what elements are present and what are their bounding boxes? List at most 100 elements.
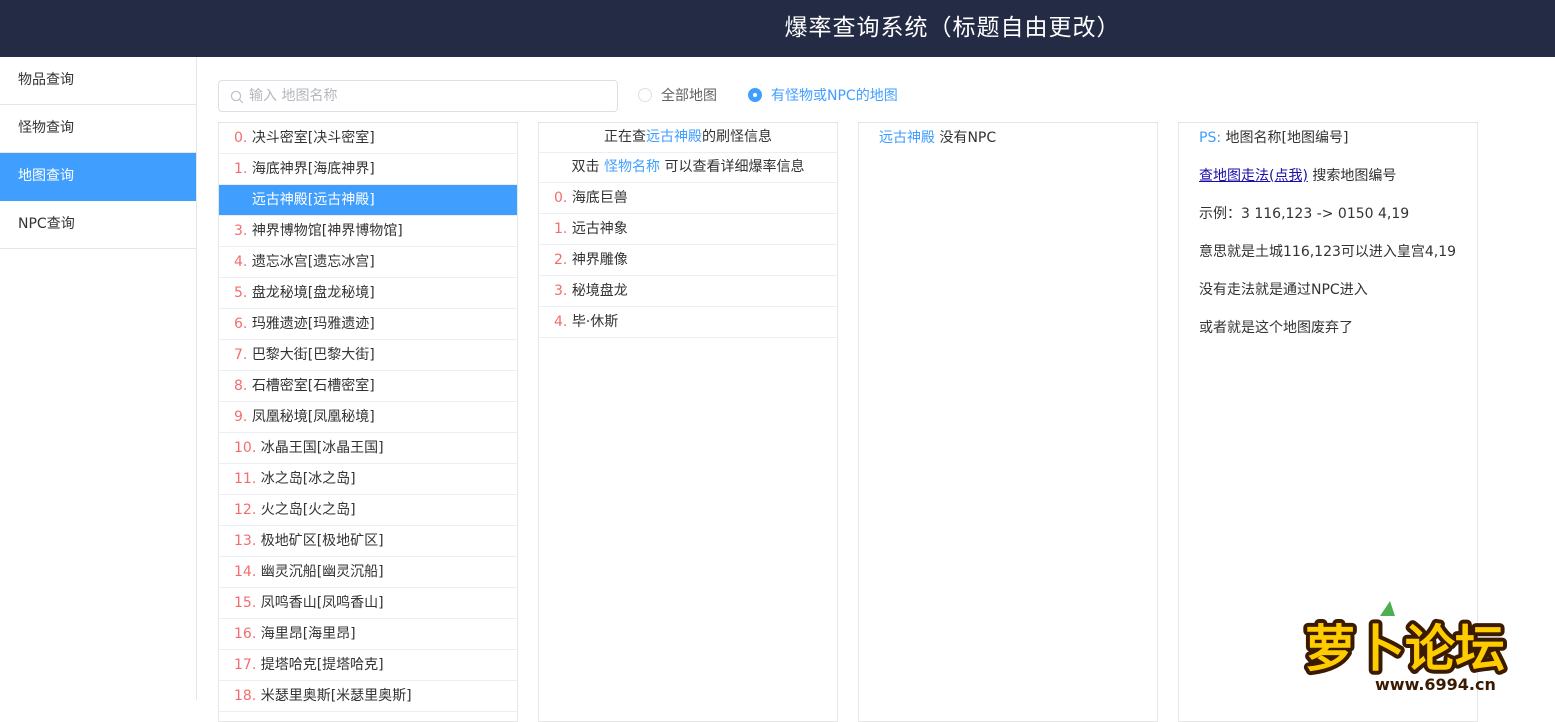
map-item-index: 5. bbox=[234, 285, 248, 301]
map-list-item[interactable]: 7. 巴黎大街[巴黎大街] bbox=[219, 340, 517, 371]
npc-panel: 远古神殿 没有NPC bbox=[858, 122, 1158, 722]
map-list-item[interactable]: 4. 遗忘冰宫[遗忘冰宫] bbox=[219, 247, 517, 278]
monster-list-item[interactable]: 1. 远古神象 bbox=[539, 214, 837, 245]
map-item-name: 极地矿区[极地矿区] bbox=[260, 533, 384, 549]
sidebar: 物品查询 怪物查询 地图查询 NPC查询 bbox=[0, 57, 197, 700]
map-item-name: 玛雅遗迹[玛雅遗迹] bbox=[251, 316, 375, 332]
radio-all-maps[interactable]: 全部地图 bbox=[638, 86, 717, 104]
map-item-index: 13. bbox=[234, 533, 257, 549]
info-example: 示例：3 116,123 -> 0150 4,19 bbox=[1199, 206, 1410, 222]
header-prefix: 正在查 bbox=[604, 129, 646, 145]
map-item-name: 石槽密室[石槽密室] bbox=[251, 378, 375, 394]
link-suffix: 搜索地图编号 bbox=[1312, 168, 1397, 184]
map-route-link[interactable]: 查地图走法(点我) bbox=[1199, 168, 1308, 184]
npc-status: 远古神殿 没有NPC bbox=[859, 123, 1157, 153]
map-item-name: 海里昂[海里昂] bbox=[260, 626, 356, 642]
monster-panel: 正在查远古神殿的刷怪信息 双击 怪物名称 可以查看详细爆率信息 0. 海底巨兽 … bbox=[538, 122, 838, 722]
npc-status-text: 没有NPC bbox=[939, 130, 997, 146]
map-item-name: 遗忘冰宫[遗忘冰宫] bbox=[251, 254, 375, 270]
ps-text: 地图名称[地图编号] bbox=[1225, 130, 1349, 146]
map-item-name: 凤鸣香山[凤鸣香山] bbox=[260, 595, 384, 611]
monster-item-index: 1. bbox=[554, 221, 568, 237]
map-list-item[interactable]: 15. 凤鸣香山[凤鸣香山] bbox=[219, 588, 517, 619]
monster-item-index: 0. bbox=[554, 190, 568, 206]
map-list-item[interactable]: 5. 盘龙秘境[盘龙秘境] bbox=[219, 278, 517, 309]
map-item-index: 12. bbox=[234, 502, 257, 518]
map-item-index: 0. bbox=[234, 130, 248, 146]
monster-list-item[interactable]: 0. 海底巨兽 bbox=[539, 183, 837, 214]
info-npc-note: 没有走法就是通过NPC进入 bbox=[1199, 282, 1368, 298]
map-list-item[interactable]: 17. 提塔哈克[提塔哈克] bbox=[219, 650, 517, 681]
map-list-item[interactable]: 12. 火之岛[火之岛] bbox=[219, 495, 517, 526]
map-list-item[interactable]: 10. 冰晶王国[冰晶王国] bbox=[219, 433, 517, 464]
monster-item-name: 神界雕像 bbox=[571, 252, 628, 268]
map-item-index: 9. bbox=[234, 409, 248, 425]
search-box[interactable] bbox=[218, 80, 618, 112]
monster-panel-header: 正在查远古神殿的刷怪信息 bbox=[539, 123, 837, 153]
radio-with-monsters[interactable]: 有怪物或NPC的地图 bbox=[748, 86, 898, 104]
app-header: 爆率查询系统（标题自由更改） bbox=[0, 0, 1555, 57]
map-item-name: 凤凰秘境[凤凰秘境] bbox=[251, 409, 375, 425]
hint-suffix: 可以查看详细爆率信息 bbox=[664, 159, 805, 175]
info-abandoned: 或者就是这个地图废弃了 bbox=[1199, 320, 1353, 336]
sidebar-item-item-query[interactable]: 物品查询 bbox=[0, 57, 196, 105]
map-item-index: 15. bbox=[234, 595, 257, 611]
map-item-name: 盘龙秘境[盘龙秘境] bbox=[251, 285, 375, 301]
info-meaning: 意思就是土城116,123可以进入皇宫4,19 bbox=[1199, 244, 1457, 260]
map-item-index: 6. bbox=[234, 316, 248, 332]
map-list-item[interactable]: 3. 神界博物馆[神界博物馆] bbox=[219, 216, 517, 247]
monster-item-name: 毕·休斯 bbox=[571, 314, 619, 330]
monster-list-item[interactable]: 2. 神界雕像 bbox=[539, 245, 837, 276]
map-list-item[interactable]: 13. 极地矿区[极地矿区] bbox=[219, 526, 517, 557]
monster-list-item[interactable]: 3. 秘境盘龙 bbox=[539, 276, 837, 307]
map-list-panel: 0. 决斗密室[决斗密室] 1. 海底神界[海底神界] 2. 远古神殿[远古神殿… bbox=[218, 122, 518, 722]
search-icon bbox=[230, 90, 244, 104]
map-item-index: 8. bbox=[234, 378, 248, 394]
map-list-item[interactable]: 14. 幽灵沉船[幽灵沉船] bbox=[219, 557, 517, 588]
map-item-index: 3. bbox=[234, 223, 248, 239]
map-item-index: 17. bbox=[234, 657, 257, 673]
map-item-index: 16. bbox=[234, 626, 257, 642]
radio-all-maps-label: 全部地图 bbox=[661, 88, 717, 104]
map-item-name: 巴黎大街[巴黎大街] bbox=[251, 347, 375, 363]
monster-item-name: 海底巨兽 bbox=[571, 190, 628, 206]
map-list-item[interactable]: 6. 玛雅遗迹[玛雅遗迹] bbox=[219, 309, 517, 340]
info-link-line: 查地图走法(点我) 搜索地图编号 bbox=[1179, 166, 1477, 186]
map-list-item[interactable]: 18. 米瑟里奥斯[米瑟里奥斯] bbox=[219, 681, 517, 712]
map-list-item-selected[interactable]: 2. 远古神殿[远古神殿] bbox=[219, 185, 517, 216]
sidebar-item-map-query[interactable]: 地图查询 bbox=[0, 153, 196, 201]
sidebar-item-npc-query[interactable]: NPC查询 bbox=[0, 201, 196, 249]
radio-with-monsters-circle[interactable] bbox=[748, 88, 762, 102]
map-item-name: 海底神界[海底神界] bbox=[251, 161, 375, 177]
map-list-item[interactable]: 11. 冰之岛[冰之岛] bbox=[219, 464, 517, 495]
monster-item-name: 秘境盘龙 bbox=[571, 283, 628, 299]
page-title: 爆率查询系统（标题自由更改） bbox=[784, 15, 1121, 41]
map-search-input[interactable] bbox=[249, 82, 609, 110]
sidebar-item-monster-query[interactable]: 怪物查询 bbox=[0, 105, 196, 153]
monster-item-name: 远古神象 bbox=[571, 221, 628, 237]
map-list-item[interactable]: 8. 石槽密室[石槽密室] bbox=[219, 371, 517, 402]
map-item-index: 4. bbox=[234, 254, 248, 270]
monster-list-item[interactable]: 4. 毕·休斯 bbox=[539, 307, 837, 338]
map-item-name: 米瑟里奥斯[米瑟里奥斯] bbox=[260, 688, 412, 704]
map-list-item[interactable]: 16. 海里昂[海里昂] bbox=[219, 619, 517, 650]
ps-label: PS: bbox=[1199, 130, 1222, 146]
map-list-item[interactable]: 0. 决斗密室[决斗密室] bbox=[219, 123, 517, 154]
monster-panel-hint: 双击 怪物名称 可以查看详细爆率信息 bbox=[539, 153, 837, 183]
map-item-index: 18. bbox=[234, 688, 257, 704]
radio-with-monsters-label: 有怪物或NPC的地图 bbox=[771, 88, 898, 104]
radio-all-maps-circle[interactable] bbox=[638, 88, 652, 102]
map-item-index: 1. bbox=[234, 161, 248, 177]
map-item-name: 冰之岛[冰之岛] bbox=[260, 471, 356, 487]
info-ps: PS: 地图名称[地图编号] bbox=[1179, 128, 1477, 148]
map-item-name: 决斗密室[决斗密室] bbox=[251, 130, 375, 146]
hint-prefix: 双击 bbox=[571, 159, 600, 175]
map-list-item[interactable]: 9. 凤凰秘境[凤凰秘境] bbox=[219, 402, 517, 433]
map-item-name: 远古神殿[远古神殿] bbox=[251, 192, 375, 208]
monster-item-index: 3. bbox=[554, 283, 568, 299]
map-item-index: 11. bbox=[234, 471, 257, 487]
hint-monster-name: 怪物名称 bbox=[604, 159, 660, 175]
map-item-index: 2. bbox=[234, 192, 248, 208]
map-list-item[interactable]: 1. 海底神界[海底神界] bbox=[219, 154, 517, 185]
monster-item-index: 2. bbox=[554, 252, 568, 268]
